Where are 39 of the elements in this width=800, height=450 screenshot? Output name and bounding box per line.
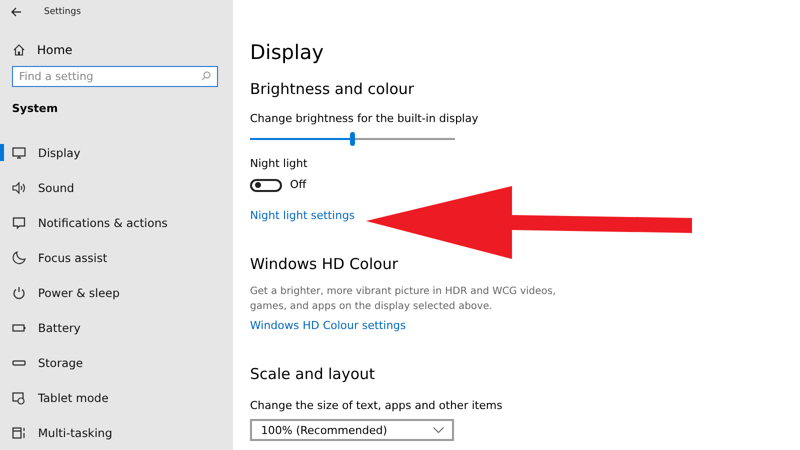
sidebar-item[interactable]: Power & sleep [0,275,233,310]
search-icon [201,70,211,80]
brightness-slider[interactable] [250,131,455,147]
multitask-icon [12,426,26,440]
sidebar-item[interactable]: Display [0,135,233,170]
toggle-state: Off [290,178,306,192]
description-text: Get a brighter, more vibrant picture in HDR and WCG videos, games, and apps on the display selected above. [250,285,557,314]
dropdown-label: Change the size of text, apps and other items [250,399,504,413]
search-field[interactable]: Find a setting [12,66,218,87]
section-heading: System [12,102,59,115]
hd-colour-settings-link[interactable]: Windows HD Colour settings [250,319,406,332]
night-light-label: Night light [250,157,308,171]
notifications-icon [12,216,26,230]
slider-thumb[interactable] [350,132,355,146]
window-title: Settings [44,6,81,17]
sidebar-item[interactable]: Storage [0,345,233,380]
sidebar-item[interactable]: Tablet mode [0,380,233,415]
home-item[interactable]: Home [13,40,233,59]
toggle-switch[interactable] [250,178,282,192]
home-icon [13,44,25,56]
moon-icon [12,250,26,264]
section-heading: Windows HD Colour [250,255,399,275]
sidebar-item[interactable]: Battery [0,310,233,345]
section-heading: Scale and layout [250,365,376,385]
night-light-settings-link[interactable]: Night light settings [250,209,355,222]
display-icon [12,146,26,160]
section-heading: Brightness and colour [250,80,416,100]
sidebar-item[interactable]: Multi-tasking [0,415,233,450]
scale-dropdown[interactable]: 100% (Recommended) [250,419,454,441]
sidebar-item[interactable]: Sound [0,170,233,205]
sidebar-item[interactable]: Notifications & actions [0,205,233,240]
back-icon[interactable] [11,6,22,17]
slider-label: Change brightness for the built-in display [250,112,480,126]
sidebar-item[interactable]: Focus assist [0,240,233,275]
tablet-icon [12,390,26,404]
chevron-down-icon [433,427,444,433]
sound-icon [12,180,26,194]
page-title: Display [250,40,325,66]
power-icon [12,286,26,300]
